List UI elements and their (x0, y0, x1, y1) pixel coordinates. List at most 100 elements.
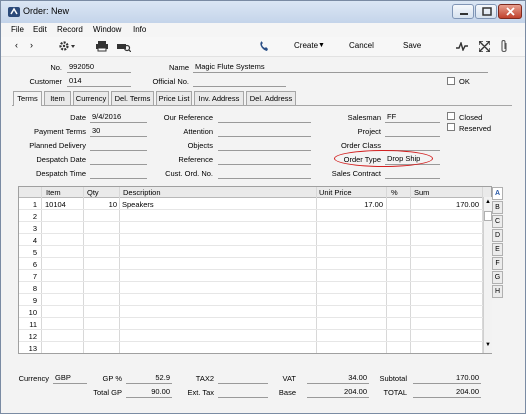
side-tab-f[interactable]: F (492, 257, 503, 270)
table-row[interactable]: 10 (19, 307, 491, 318)
total-field[interactable]: 204.00 (413, 387, 481, 398)
reserved-checkbox[interactable] (447, 123, 455, 131)
base-field[interactable]: 204.00 (307, 387, 369, 398)
table-row[interactable]: 9 (19, 295, 491, 306)
description-cell[interactable]: Speakers (122, 200, 312, 209)
table-row[interactable]: 5 (19, 247, 491, 258)
table-row[interactable]: 8 (19, 283, 491, 294)
our-reference-field[interactable] (218, 112, 311, 123)
save-button[interactable]: Save (403, 41, 421, 50)
attention-field[interactable] (218, 126, 311, 137)
salesman-field[interactable]: FF (385, 112, 440, 123)
planned-delivery-field[interactable] (90, 140, 147, 151)
menu-window[interactable]: Window (93, 25, 121, 34)
side-tab-g[interactable]: G (492, 271, 503, 284)
row-number: 13 (28, 344, 37, 353)
phone-icon[interactable] (259, 41, 269, 52)
table-row[interactable]: 2 (19, 211, 491, 222)
side-tab-e[interactable]: E (492, 243, 503, 256)
tab-del-terms[interactable]: Del. Terms (111, 91, 154, 105)
table-row[interactable]: 7 (19, 271, 491, 282)
tax2-field[interactable] (218, 373, 268, 384)
table-row[interactable]: 4 (19, 235, 491, 246)
forward-icon[interactable]: › (30, 40, 33, 50)
minimize-button[interactable] (452, 4, 474, 19)
ok-checkbox[interactable] (447, 77, 455, 85)
name-field[interactable]: Magic Flute Systems (193, 62, 488, 73)
ext-tax-field[interactable] (218, 387, 268, 398)
maximize-button[interactable] (475, 4, 497, 19)
row-number: 5 (32, 248, 37, 257)
despatch-time-field[interactable] (90, 168, 147, 179)
table-row[interactable]: 11 (19, 319, 491, 330)
table-row[interactable]: 6 (19, 259, 491, 270)
qty-cell[interactable]: 10 (85, 200, 117, 209)
activity-icon[interactable] (456, 42, 468, 51)
order-no-field[interactable]: 992050 (67, 62, 131, 73)
unit-price-cell[interactable]: 17.00 (319, 200, 383, 209)
total-label: TOTAL (383, 388, 407, 397)
close-button[interactable] (498, 4, 522, 19)
name-label: Name (168, 63, 189, 72)
tab-del-address[interactable]: Del. Address (246, 91, 296, 105)
item-grid[interactable]: Item Qty Description Unit Price % Sum 11… (18, 186, 492, 354)
grid-scrollbar[interactable]: ▲ ▼ (483, 197, 492, 353)
date-field[interactable]: 9/4/2016 (90, 112, 147, 123)
closed-checkbox[interactable] (447, 112, 455, 120)
currency-label: Currency (18, 374, 49, 383)
print-preview-icon[interactable] (117, 41, 131, 52)
scroll-thumb[interactable] (484, 211, 492, 221)
reference-field[interactable] (218, 154, 311, 165)
payment-terms-field[interactable]: 30 (90, 126, 147, 137)
print-icon[interactable] (96, 41, 108, 52)
menu-file[interactable]: File (11, 25, 24, 34)
tab-terms[interactable]: Terms (13, 91, 42, 106)
tab-currency[interactable]: Currency (73, 91, 109, 105)
project-field[interactable] (385, 126, 440, 137)
cancel-button[interactable]: Cancel (349, 41, 374, 50)
side-tab-a[interactable]: A (492, 187, 503, 200)
gear-icon[interactable] (58, 40, 78, 52)
sum-cell[interactable]: 170.00 (413, 200, 479, 209)
order-window: Order: New File Edit Record Window Info … (0, 0, 526, 414)
side-tab-d[interactable]: D (492, 229, 503, 242)
objects-field[interactable] (218, 140, 311, 151)
side-tab-h[interactable]: H (492, 285, 503, 298)
chevron-down-icon[interactable]: ▼ (318, 42, 325, 49)
create-button[interactable]: Create (294, 41, 318, 50)
menu-record[interactable]: Record (57, 25, 83, 34)
tax2-label: TAX2 (195, 374, 214, 383)
table-row[interactable]: 1 10104 10 Speakers 17.00 170.00 (19, 199, 491, 210)
cust-ord-no-field[interactable] (218, 168, 311, 179)
tab-inv-address[interactable]: Inv. Address (194, 91, 244, 105)
attachment-icon[interactable] (500, 40, 509, 53)
tab-item[interactable]: Item (44, 91, 71, 105)
tab-price-list[interactable]: Price List (156, 91, 192, 105)
row-number: 1 (32, 200, 37, 209)
table-row[interactable]: 12 (19, 331, 491, 342)
table-row[interactable]: 13 (19, 343, 491, 353)
menu-info[interactable]: Info (133, 25, 146, 34)
expand-icon[interactable] (479, 41, 490, 52)
back-icon[interactable]: ‹ (15, 40, 18, 50)
customer-field[interactable]: 014 (67, 76, 131, 87)
scroll-up-icon[interactable]: ▲ (484, 199, 492, 208)
currency-field[interactable]: GBP (53, 373, 87, 384)
close-icon (506, 7, 515, 16)
scroll-down-icon[interactable]: ▼ (484, 342, 492, 351)
official-no-field[interactable] (193, 76, 286, 87)
table-row[interactable]: 3 (19, 223, 491, 234)
despatch-date-label: Despatch Date (36, 155, 86, 164)
subtotal-field[interactable]: 170.00 (413, 373, 481, 384)
side-tab-b[interactable]: B (492, 201, 503, 214)
gp-percent-field[interactable]: 52.9 (126, 373, 172, 384)
vat-field[interactable]: 34.00 (307, 373, 369, 384)
total-gp-field[interactable]: 90.00 (126, 387, 172, 398)
menu-edit[interactable]: Edit (33, 25, 47, 34)
despatch-date-field[interactable] (90, 154, 147, 165)
sales-contract-field[interactable] (385, 168, 440, 179)
menu-bar: File Edit Record Window Info (1, 23, 525, 37)
no-label: No. (50, 63, 62, 72)
side-tab-c[interactable]: C (492, 215, 503, 228)
item-cell[interactable]: 10104 (45, 200, 81, 209)
